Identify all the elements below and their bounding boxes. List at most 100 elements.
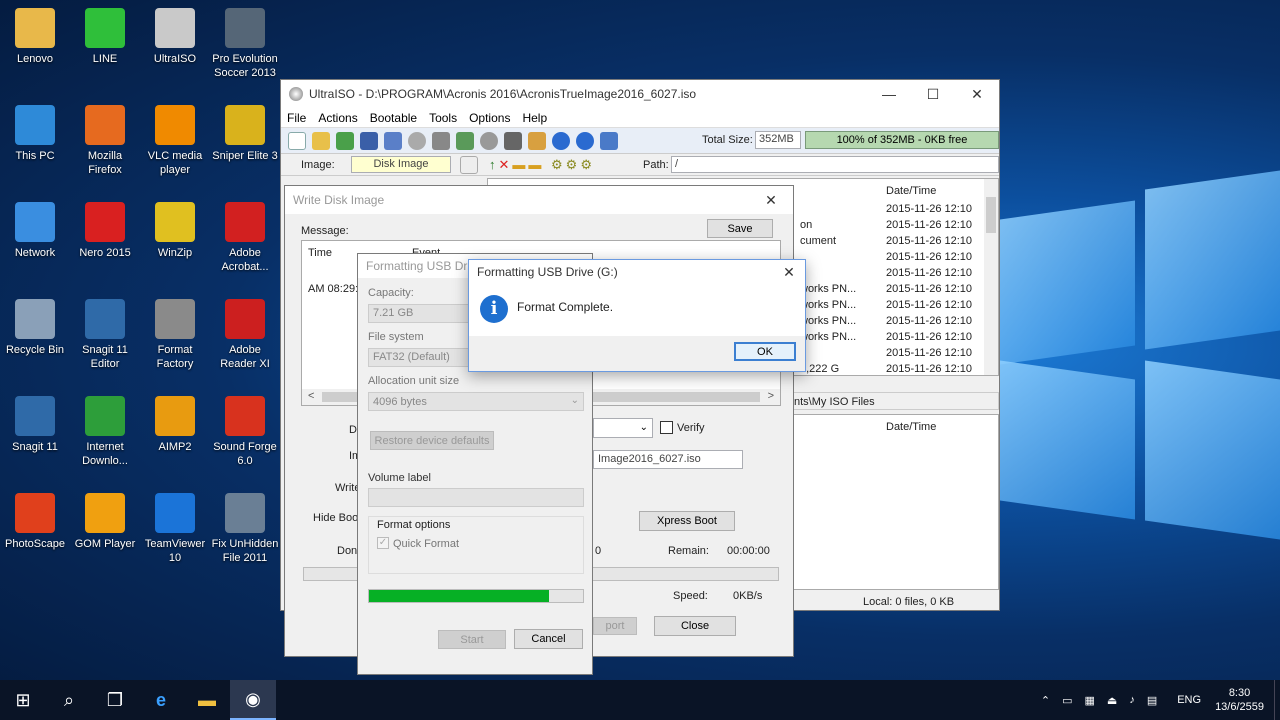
file-date-cell[interactable]: 2015-11-26 12:10: [886, 251, 972, 263]
desktop-icon[interactable]: WinZip: [140, 202, 210, 260]
minimize-icon[interactable]: —: [867, 86, 911, 103]
volume-label-input[interactable]: [368, 488, 584, 507]
compress-icon[interactable]: [456, 131, 474, 150]
desktop-icon[interactable]: Network: [0, 202, 70, 260]
desktop-icon[interactable]: Sound Forge 6.0: [210, 396, 280, 468]
save-as-icon[interactable]: [384, 131, 402, 150]
desktop-icon[interactable]: Snagit 11: [0, 396, 70, 454]
allocation-size-select[interactable]: 4096 bytes ⌄: [368, 392, 584, 411]
file-date-cell[interactable]: 2015-11-26 12:10: [886, 219, 972, 231]
task-view-icon[interactable]: ❐: [92, 680, 138, 720]
desktop-icon[interactable]: Snagit 11 Editor: [70, 299, 140, 371]
file-date-cell[interactable]: 2015-11-26 12:10: [886, 299, 972, 311]
desktop-icon[interactable]: Fix UnHidden File 2011: [210, 493, 280, 565]
save-icon[interactable]: [360, 131, 378, 150]
close-icon[interactable]: ✕: [749, 192, 793, 209]
virtual-drive-icon[interactable]: [504, 131, 522, 150]
file-date-cell[interactable]: 2015-11-26 12:10: [886, 315, 972, 327]
volume-icon[interactable]: ♪: [1129, 694, 1135, 706]
verify-checkbox[interactable]: [660, 421, 673, 434]
burn-icon[interactable]: [480, 131, 498, 150]
file-name-cell[interactable]: works PN...: [800, 283, 856, 295]
file-name-cell[interactable]: works PN...: [800, 331, 856, 343]
menu-tools[interactable]: Tools: [423, 111, 463, 125]
desktop-icon[interactable]: Adobe Acrobat...: [210, 202, 280, 274]
menu-actions[interactable]: Actions: [312, 111, 363, 125]
desktop-icon[interactable]: This PC: [0, 105, 70, 163]
start-button[interactable]: Start: [438, 630, 506, 649]
extract-icon[interactable]: [336, 131, 354, 150]
file-date-cell[interactable]: 2015-11-26 12:10: [886, 283, 972, 295]
file-name-cell[interactable]: works PN...: [800, 315, 856, 327]
cancel-button[interactable]: Cancel: [514, 629, 583, 649]
file-date-cell[interactable]: 2015-11-26 12:10: [886, 363, 972, 375]
menu-bootable[interactable]: Bootable: [364, 111, 423, 125]
search-icon[interactable]: ⌕: [46, 680, 92, 720]
desktop-icon[interactable]: UltraISO: [140, 8, 210, 66]
drive-select[interactable]: ⌄: [593, 418, 653, 438]
properties-icon[interactable]: [528, 131, 546, 150]
desktop-icon[interactable]: GOM Player: [70, 493, 140, 551]
desktop-icon[interactable]: PhotoScape: [0, 493, 70, 551]
file-date-cell[interactable]: 2015-11-26 12:10: [886, 347, 972, 359]
write-button[interactable]: port: [593, 617, 637, 635]
show-desktop-button[interactable]: [1274, 680, 1280, 720]
desktop-icon[interactable]: AIMP2: [140, 396, 210, 454]
write-disk-titlebar[interactable]: Write Disk Image ✕: [285, 186, 793, 214]
internet-explorer-icon[interactable]: e: [138, 680, 184, 720]
desktop-icon[interactable]: Lenovo: [0, 8, 70, 66]
menu-options[interactable]: Options: [463, 111, 516, 125]
close-button[interactable]: Close: [654, 616, 736, 636]
info-icon[interactable]: [552, 131, 570, 150]
menu-file[interactable]: File: [281, 111, 312, 125]
file-name-cell[interactable]: on: [800, 219, 812, 231]
language-indicator[interactable]: ENG: [1177, 694, 1201, 706]
ultraiso-taskbar-icon[interactable]: ◉: [230, 680, 276, 720]
image-properties-icon[interactable]: [460, 156, 478, 174]
file-date-cell[interactable]: 2015-11-26 12:10: [886, 331, 972, 343]
image-file-field[interactable]: Image2016_6027.iso: [593, 450, 743, 469]
desktop-icon[interactable]: Internet Downlo...: [70, 396, 140, 468]
file-date-cell[interactable]: 2015-11-26 12:10: [886, 235, 972, 247]
time-column-header[interactable]: Time: [308, 247, 332, 259]
desktop-icon[interactable]: Nero 2015: [70, 202, 140, 260]
quick-format-checkbox[interactable]: ✓: [377, 537, 389, 549]
lower-date-header[interactable]: Date/Time: [886, 421, 936, 433]
ok-button[interactable]: OK: [734, 342, 796, 361]
notification-icon[interactable]: ▤: [1147, 694, 1157, 707]
desktop-icon[interactable]: Pro Evolution Soccer 2013: [210, 8, 280, 80]
image-type-field[interactable]: Disk Image: [351, 156, 451, 173]
file-name-cell[interactable]: works PN...: [800, 299, 856, 311]
mount-icon[interactable]: [432, 131, 450, 150]
battery-icon[interactable]: ▭: [1062, 694, 1072, 707]
upper-date-header[interactable]: Date/Time: [886, 185, 936, 197]
maximize-icon[interactable]: ☐: [911, 86, 955, 103]
chevron-up-icon[interactable]: ⌃: [1041, 694, 1050, 707]
desktop-icon[interactable]: Sniper Elite 3: [210, 105, 280, 163]
desktop-icon[interactable]: TeamViewer 10: [140, 493, 210, 565]
desktop-icon[interactable]: Recycle Bin: [0, 299, 70, 357]
help-icon[interactable]: [576, 131, 594, 150]
file-explorer-icon[interactable]: ▬: [184, 680, 230, 720]
open-icon[interactable]: [312, 131, 330, 150]
save-button[interactable]: Save: [707, 219, 773, 238]
close-icon[interactable]: ✕: [955, 86, 999, 103]
messagebox-titlebar[interactable]: Formatting USB Drive (G:) ✕: [469, 260, 805, 284]
usb-icon[interactable]: ⏏: [1107, 694, 1117, 707]
desktop-icon[interactable]: Format Factory: [140, 299, 210, 371]
ultraiso-titlebar[interactable]: UltraISO - D:\PROGRAM\Acronis 2016\Acron…: [281, 80, 999, 108]
desktop-icon[interactable]: Adobe Reader XI: [210, 299, 280, 371]
network-icon[interactable]: ▦: [1085, 694, 1095, 707]
clock[interactable]: 8:30 13/6/2559: [1215, 686, 1264, 714]
xpress-boot-button[interactable]: Xpress Boot: [639, 511, 735, 531]
desktop-icon[interactable]: LINE: [70, 8, 140, 66]
exit-icon[interactable]: [600, 131, 618, 150]
close-icon[interactable]: ✕: [773, 264, 805, 281]
new-icon[interactable]: [288, 131, 306, 150]
cd-icon[interactable]: [408, 131, 426, 150]
path-field[interactable]: /: [671, 156, 999, 173]
file-date-cell[interactable]: 2015-11-26 12:10: [886, 203, 972, 215]
file-name-cell[interactable]: cument: [800, 235, 836, 247]
desktop-icon[interactable]: Mozilla Firefox: [70, 105, 140, 177]
start-windows-icon[interactable]: ⊞: [0, 680, 46, 720]
